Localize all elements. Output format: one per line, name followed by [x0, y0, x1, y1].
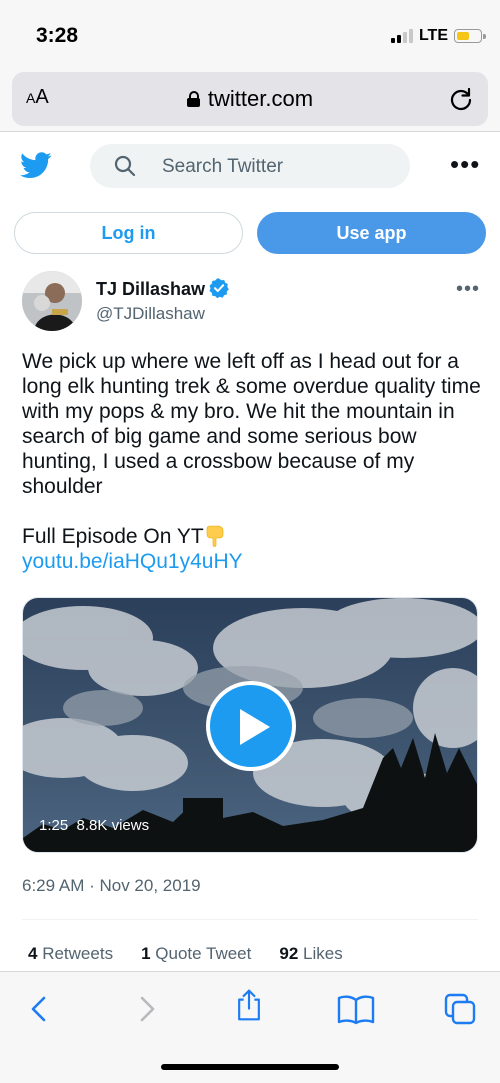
lock-icon — [186, 91, 200, 107]
tabs-icon[interactable] — [443, 992, 477, 1026]
tweet-timestamp[interactable]: 6:29 AM · Nov 20, 2019 — [22, 876, 201, 896]
browser-toolbar — [0, 971, 500, 1083]
search-placeholder: Search Twitter — [162, 156, 284, 177]
avatar[interactable] — [22, 271, 82, 331]
pointing-down-icon — [206, 525, 224, 547]
back-icon[interactable] — [22, 992, 56, 1026]
forward-icon[interactable] — [130, 992, 164, 1026]
verified-icon — [209, 278, 229, 298]
video-meta: 1:25 8.8K views — [39, 817, 149, 834]
url-text: twitter.com — [207, 86, 314, 111]
tweet-cta: Full Episode On YT — [22, 525, 204, 548]
tweet-text: We pick up where we left off as I head o… — [22, 349, 484, 574]
author-handle[interactable]: @TJDillashaw — [96, 304, 205, 324]
retweets-stat[interactable]: 4 Retweets — [28, 944, 113, 964]
more-icon[interactable]: ••• — [450, 151, 480, 177]
network-type: LTE — [418, 27, 448, 44]
login-button[interactable]: Log in — [14, 212, 243, 254]
twitter-bird-icon[interactable] — [20, 152, 52, 179]
reload-icon[interactable] — [448, 86, 474, 112]
bookmarks-icon[interactable] — [336, 992, 376, 1026]
search-input[interactable]: Search Twitter — [90, 144, 410, 188]
url-display[interactable]: twitter.com — [12, 86, 488, 112]
search-icon — [114, 155, 136, 177]
use-app-button[interactable]: Use app — [257, 212, 486, 254]
divider — [22, 919, 478, 920]
home-indicator — [161, 1064, 339, 1070]
battery-icon — [454, 29, 486, 43]
twitter-header: Search Twitter ••• — [0, 132, 500, 202]
share-icon[interactable] — [232, 988, 266, 1022]
play-icon — [240, 709, 270, 745]
status-time: 3:28 — [36, 24, 79, 47]
tweet-text-main: We pick up where we left off as I head o… — [22, 350, 481, 498]
tweet-more-icon[interactable]: ••• — [456, 279, 480, 299]
signal-icon — [390, 29, 413, 43]
author-name: TJ Dillashaw — [96, 279, 206, 299]
address-bar[interactable]: AA twitter.com — [12, 72, 488, 126]
browser-top-bar: AA twitter.com — [0, 66, 500, 132]
tweet-link[interactable]: youtu.be/iaHQu1y4uHY — [22, 550, 243, 573]
play-button[interactable] — [206, 681, 296, 771]
tweet-cta-line: Full Episode On YT — [22, 524, 484, 549]
video-player[interactable]: 1:25 8.8K views — [22, 597, 478, 853]
video-duration: 1:25 — [39, 817, 69, 834]
status-indicators: LTE — [390, 27, 486, 45]
video-views: 8.8K views — [76, 817, 150, 834]
author-name-row[interactable]: TJ Dillashaw — [96, 278, 229, 300]
tweet-stats: 4 Retweets 1 Quote Tweet 92 Likes — [28, 944, 343, 964]
quotes-stat[interactable]: 1 Quote Tweet — [141, 944, 251, 964]
likes-stat[interactable]: 92 Likes — [279, 944, 342, 964]
status-bar: 3:28 LTE — [0, 0, 500, 66]
